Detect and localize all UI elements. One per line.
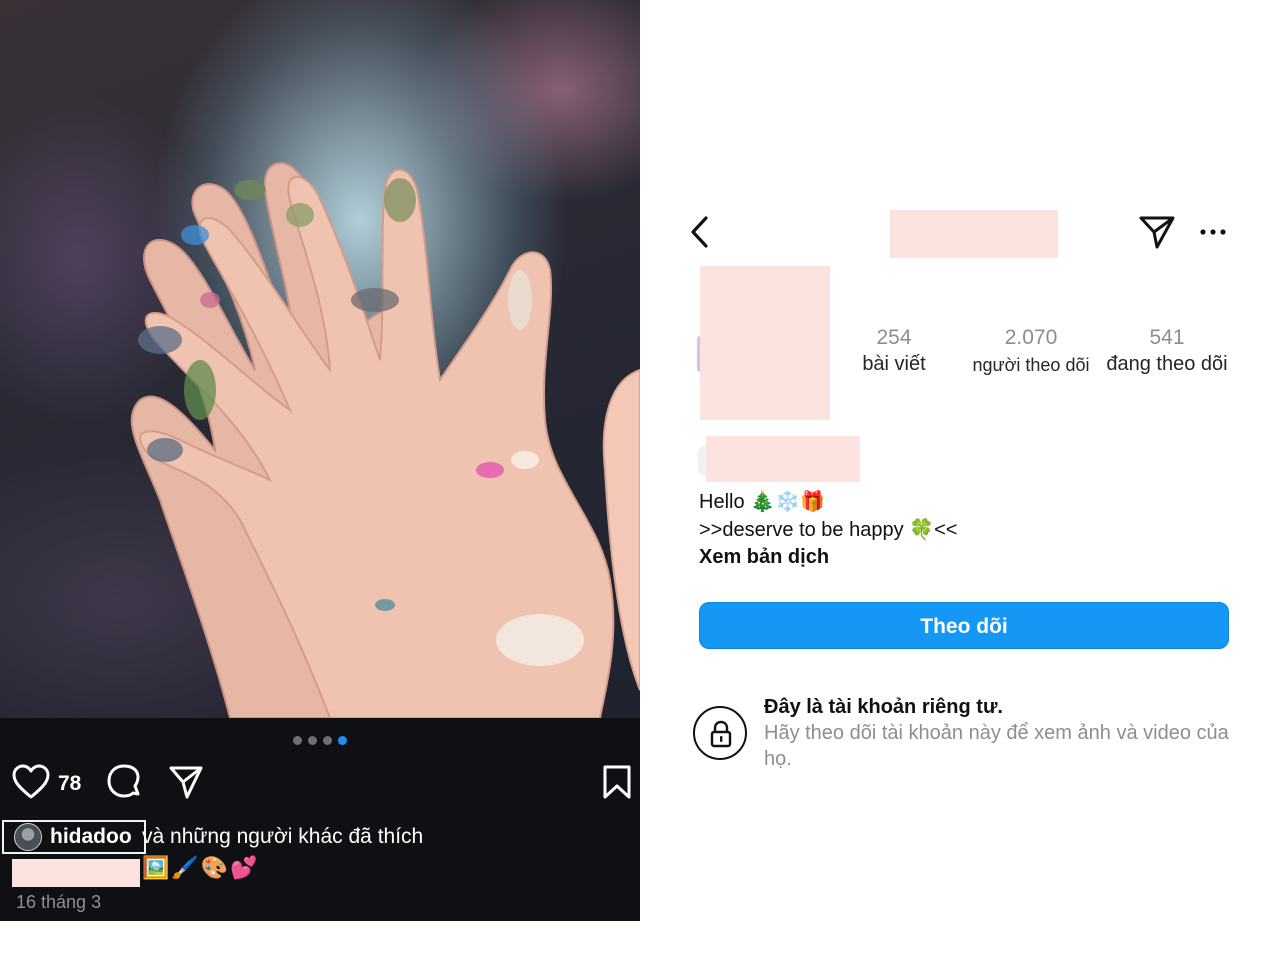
post-photo[interactable] xyxy=(0,0,640,718)
caption-redaction xyxy=(12,859,140,887)
bio-line-1-emoji: 🎄❄️🎁 xyxy=(750,489,825,513)
private-account-title: Đây là tài khoản riêng tư. xyxy=(764,696,1003,718)
follow-button[interactable]: Theo dõi xyxy=(699,602,1229,649)
private-account-description: Hãy theo dõi tài khoản này để xem ảnh và… xyxy=(764,722,1229,770)
avatar[interactable] xyxy=(14,823,42,851)
bio-line-2: >>deserve to be happy 🍀<< xyxy=(699,516,957,544)
private-account-badge xyxy=(693,706,747,760)
bio-line-2-text: >>deserve to be happy xyxy=(699,519,910,541)
share-icon[interactable] xyxy=(168,764,204,805)
bio-line-1-text: Hello xyxy=(699,491,751,513)
liker-username[interactable]: hidadoo xyxy=(50,825,132,849)
bio-line-2-suffix: << xyxy=(934,519,958,541)
stat-posts-label: bài viết xyxy=(862,353,926,375)
profile-avatar-redaction[interactable] xyxy=(700,266,830,420)
send-icon[interactable] xyxy=(1138,214,1176,250)
more-icon[interactable] xyxy=(1198,222,1228,242)
carousel-dot xyxy=(308,736,317,745)
display-name-redaction xyxy=(706,436,860,482)
post-date: 16 tháng 3 xyxy=(16,892,102,912)
carousel-dot-active xyxy=(338,736,347,745)
heart-icon[interactable] xyxy=(12,764,50,805)
like-count[interactable]: 78 xyxy=(58,772,81,796)
profile-bio: Hello 🎄❄️🎁 >>deserve to be happy 🍀<< Xem… xyxy=(699,488,957,571)
stat-followers-value: 2.070 xyxy=(1004,326,1058,349)
stat-posts[interactable]: 254 bài viết xyxy=(854,326,934,376)
username-redaction xyxy=(890,210,1058,258)
painted-hands-illustration xyxy=(130,162,640,718)
carousel-dot xyxy=(323,736,332,745)
stat-posts-value: 254 xyxy=(876,326,912,349)
see-translation-link[interactable]: Xem bản dịch xyxy=(699,544,957,571)
post-action-row: 78 xyxy=(0,764,640,804)
liked-by-text[interactable]: và những người khác đã thích xyxy=(142,825,423,849)
carousel-dot xyxy=(293,736,302,745)
carousel-indicator xyxy=(0,736,640,745)
back-arrow-icon[interactable] xyxy=(686,214,716,250)
comment-icon[interactable] xyxy=(106,764,142,805)
bio-line-2-emoji: 🍀 xyxy=(909,517,935,541)
post-panel: 78 hidadoo và những người khác đã thích … xyxy=(0,0,640,921)
stat-following-label: đang theo dõi xyxy=(1106,353,1228,375)
caption-emojis: 🖼️🖌️🎨💕 xyxy=(142,856,260,881)
stat-following-value: 541 xyxy=(1149,326,1185,349)
stat-followers-label: người theo dõi xyxy=(972,355,1090,375)
stat-followers[interactable]: 2.070 người theo dõi xyxy=(966,326,1096,376)
bio-line-1: Hello 🎄❄️🎁 xyxy=(699,488,957,516)
lock-icon xyxy=(709,720,733,748)
stat-following[interactable]: 541 đang theo dõi xyxy=(1100,326,1234,376)
profile-panel: 254 bài viết 2.070 người theo dõi 541 đa… xyxy=(640,0,1280,960)
bookmark-icon[interactable] xyxy=(602,764,632,805)
